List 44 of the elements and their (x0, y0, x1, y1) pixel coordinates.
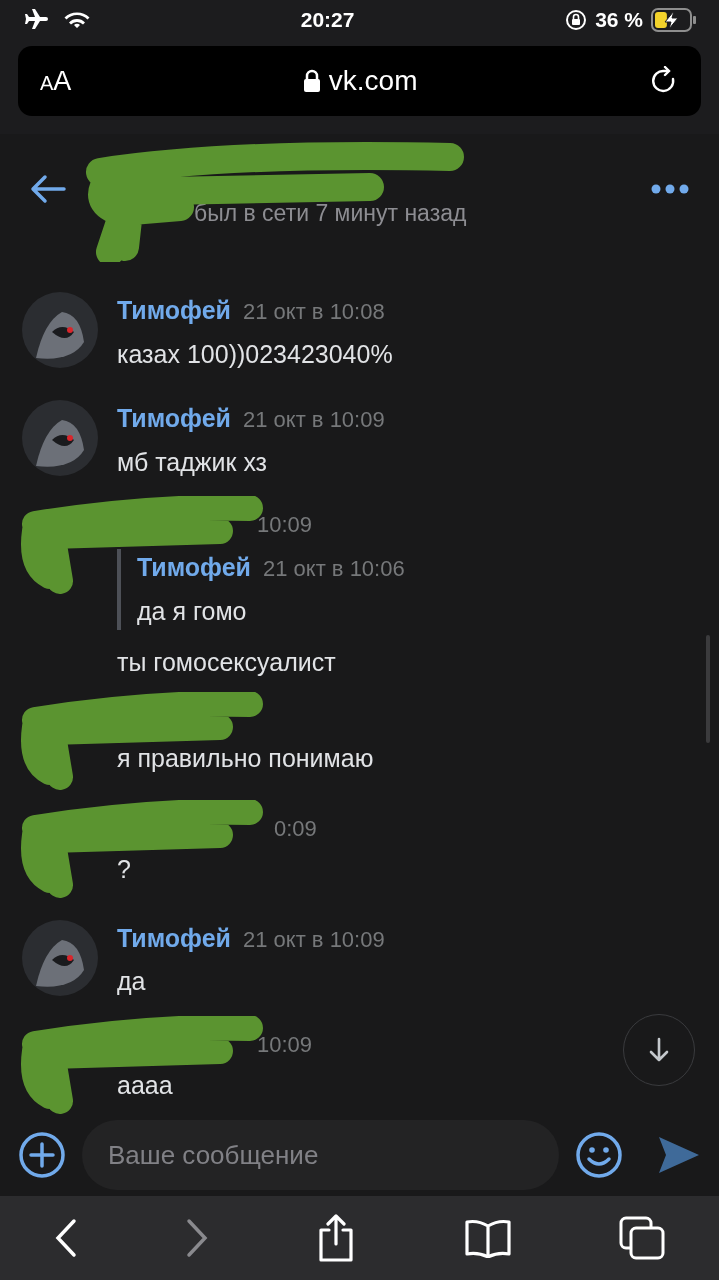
forward-icon[interactable] (185, 1218, 210, 1258)
message-time: 21 окт в 10:08 (242, 298, 385, 326)
message-time: 10:09 (257, 1030, 313, 1059)
wifi-icon (64, 10, 90, 30)
scroll-thumb[interactable] (706, 635, 710, 743)
message-text: аааа (117, 1069, 174, 1101)
tabs-icon[interactable] (619, 1216, 666, 1260)
author-name[interactable]: Тимофей (117, 919, 231, 957)
online-status: был в сети 7 минут назад (194, 199, 467, 228)
add-icon[interactable] (18, 1131, 66, 1179)
more-icon[interactable] (651, 184, 689, 194)
back-arrow-icon[interactable] (30, 174, 66, 204)
battery-icon (651, 8, 697, 32)
url-text: vk.com (328, 64, 418, 98)
message-text: казах 100))023423040% (117, 338, 393, 370)
send-icon[interactable] (657, 1135, 701, 1175)
message-text: ты гомосексуалист (117, 647, 337, 678)
quote-text: да я гомо (137, 595, 248, 627)
quote-author[interactable]: Тимофей (137, 549, 251, 587)
battery-percentage: 36 % (595, 7, 643, 34)
message-time: 0:09 (274, 814, 317, 843)
back-icon[interactable] (53, 1218, 78, 1258)
message-time: 21 окт в 10:09 (242, 406, 385, 434)
message-time: 10:09 (257, 511, 313, 539)
airplane-icon (22, 9, 48, 31)
author-name[interactable]: Тимофей (117, 400, 231, 438)
author-name[interactable]: Тимофей (117, 292, 231, 330)
quote-time: 21 окт в 10:06 (262, 555, 405, 583)
arrow-down-icon (648, 1037, 670, 1063)
clock: 20:27 (300, 7, 355, 34)
message-text: да (117, 966, 147, 997)
message-time: 21 окт в 10:09 (242, 925, 385, 954)
text-size-button[interactable]: AA (40, 60, 72, 102)
rotation-lock-icon (565, 9, 588, 31)
message-text: я правильно понимаю (117, 742, 374, 774)
avatar[interactable] (22, 292, 98, 368)
lock-icon (302, 69, 321, 93)
message-text: ? (117, 853, 132, 885)
avatar[interactable] (22, 919, 98, 996)
avatar[interactable] (22, 400, 98, 476)
book-icon[interactable] (463, 1218, 512, 1258)
message-field[interactable]: Ваше сообщение (82, 1120, 559, 1190)
emoji-icon[interactable] (575, 1131, 623, 1179)
message-text: мб таджик хз (117, 446, 269, 478)
